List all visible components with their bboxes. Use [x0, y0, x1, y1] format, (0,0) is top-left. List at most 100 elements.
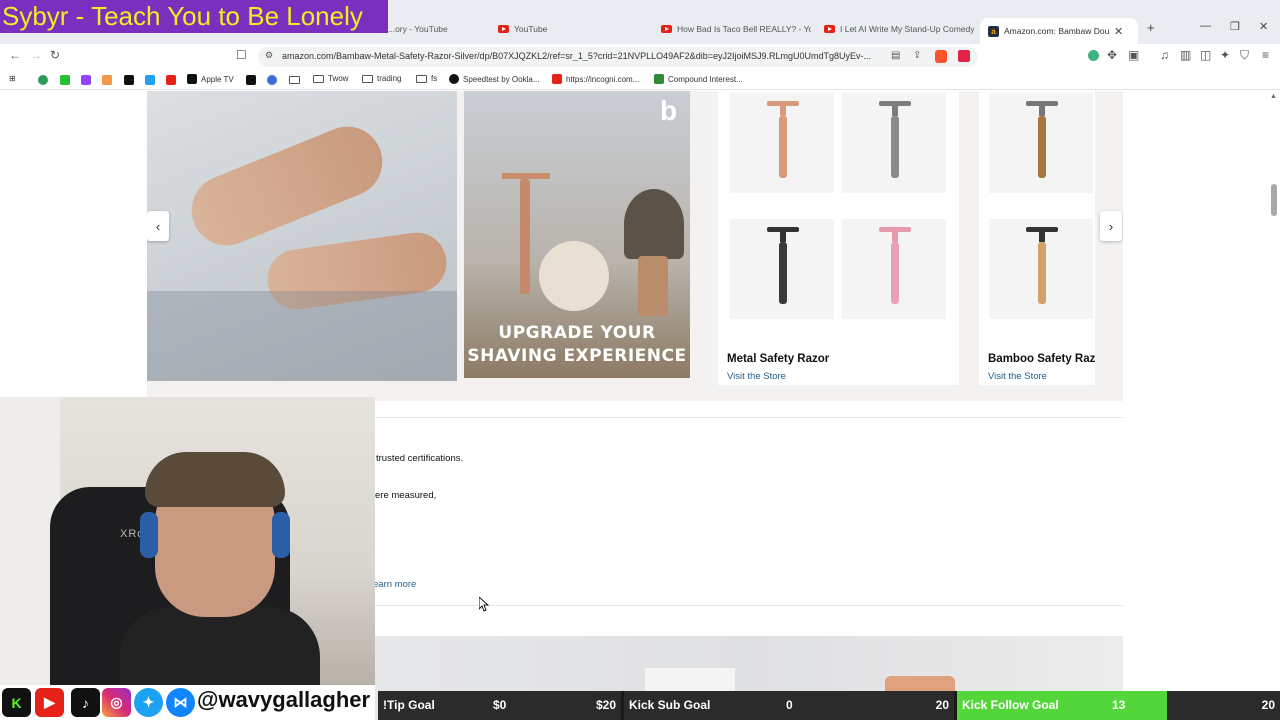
bookmark-icon[interactable]	[102, 75, 112, 85]
youtube-icon	[552, 74, 562, 84]
bookmark-fs[interactable]: fs	[416, 74, 437, 83]
razor-handle-image	[520, 179, 530, 294]
bookmark-label: Speedtest by Ookla...	[463, 74, 540, 84]
tab-amazon[interactable]: a Amazon.com: Bambaw Double ✕	[980, 18, 1138, 44]
tab-taco-bell[interactable]: How Bad Is Taco Bell REALLY? - YouT...	[661, 20, 811, 38]
instagram-icon: ◎	[102, 688, 131, 717]
menu-icon[interactable]: ≡	[1262, 48, 1269, 62]
folder-icon[interactable]	[289, 76, 300, 84]
restore-icon[interactable]: ❐	[1230, 20, 1240, 33]
goal-target: $20	[595, 698, 616, 712]
silver-razor-image	[879, 101, 911, 178]
speedtest-icon	[449, 74, 459, 84]
bookmark-twow[interactable]: Twow	[313, 74, 348, 83]
headphones-icon	[272, 512, 290, 558]
measurement-text: ere measured,	[375, 490, 437, 501]
social-links-bar: K ▶ ♪ ◎ ✦ ⋈ @wavygallagher	[0, 685, 375, 720]
apps-icon[interactable]: ⊞	[9, 74, 16, 83]
bookmark-label: https://incogni.com...	[566, 74, 640, 84]
close-tab-icon[interactable]: ✕	[1114, 25, 1123, 38]
media-icon[interactable]: ♫	[1160, 48, 1169, 62]
back-icon[interactable]: ←	[9, 48, 21, 62]
streamer-hoodie-image	[120, 607, 320, 685]
brave-shield-icon[interactable]	[935, 50, 947, 63]
new-tab-button[interactable]: +	[1147, 20, 1155, 35]
razor-thumbnail[interactable]	[730, 219, 834, 319]
bookmark-trading[interactable]: trading	[362, 74, 401, 83]
razor-thumbnail[interactable]	[842, 219, 946, 319]
camera-icon[interactable]: ▣	[1128, 48, 1139, 62]
shaving-lifestyle-image	[147, 91, 457, 381]
page-scrollbar[interactable]: ▲	[1268, 91, 1280, 720]
pink-razor-image	[879, 227, 911, 304]
close-window-icon[interactable]: ✕	[1259, 20, 1268, 33]
goal-current: 0	[786, 698, 793, 712]
scroll-up-icon[interactable]: ▲	[1270, 93, 1277, 100]
webcam-overlay: XRock	[0, 397, 375, 685]
learn-more-link[interactable]: earn more	[373, 579, 416, 590]
goal-current: 13	[1112, 698, 1126, 712]
product-name[interactable]: Metal Safety Razor	[727, 353, 829, 365]
bluesky-icon[interactable]	[145, 75, 155, 85]
visit-store-link[interactable]: Visit the Store	[727, 371, 786, 382]
bookmark-apple-tv[interactable]: Apple TV	[187, 74, 234, 84]
goal-target: 20	[935, 698, 949, 712]
rewards-icon[interactable]	[958, 50, 970, 62]
bamboo-razor-image	[1026, 101, 1058, 178]
bookmark-speedtest[interactable]: Speedtest by Ookla...	[449, 74, 540, 84]
goal-target: 20	[1261, 698, 1275, 712]
tab-youtube-1[interactable]: ...ory - YouTube	[388, 20, 488, 38]
youtube-icon: ▶	[35, 688, 64, 717]
visit-store-link[interactable]: Visit the Store	[988, 371, 1047, 382]
wallet-icon[interactable]: ◫	[1200, 48, 1211, 62]
leo-ai-icon[interactable]: ✦	[1220, 48, 1230, 62]
forward-icon[interactable]: →	[30, 48, 42, 62]
bookmark-page-icon[interactable]: ☐	[236, 48, 247, 62]
bookmark-icon[interactable]	[246, 75, 256, 85]
razor-thumbnail[interactable]	[842, 93, 946, 193]
twitch-icon[interactable]	[81, 75, 91, 85]
leg-shape	[181, 116, 393, 256]
vpn-icon[interactable]: ⛉	[1240, 48, 1249, 63]
bookmark-incogni[interactable]: https://incogni.com...	[552, 74, 639, 84]
tab-standup[interactable]: I Let AI Write My Stand-Up Comedy	[824, 20, 974, 38]
bookmark-icon[interactable]	[38, 75, 48, 85]
site-info-icon[interactable]: ⚙	[265, 50, 273, 61]
reload-icon[interactable]: ↻	[50, 48, 60, 62]
extension-icon[interactable]	[1088, 50, 1099, 61]
bookmark-icon[interactable]	[267, 75, 277, 85]
upgrade-banner[interactable]: b UPGRADE YOUR SHAVING EXPERIENCE	[464, 91, 690, 378]
youtube-icon[interactable]	[166, 75, 176, 85]
bookmark-compound-interest[interactable]: Compound Interest...	[654, 74, 743, 84]
browser-toolbar: ← → ↻ ☐ ⚙ amazon.com/Bambaw-Metal-Safety…	[0, 44, 1280, 70]
tab-label: How Bad Is Taco Bell REALLY? - YouT...	[677, 24, 811, 34]
rose-gold-razor-image	[767, 101, 799, 178]
banner-text: UPGRADE YOUR SHAVING EXPERIENCE	[467, 323, 687, 366]
razor-thumbnail[interactable]	[989, 93, 1093, 193]
kick-icon[interactable]	[60, 75, 70, 85]
reader-icon[interactable]: ▤	[891, 50, 900, 61]
address-bar[interactable]: ⚙ amazon.com/Bambaw-Metal-Safety-Razor-S…	[258, 47, 978, 67]
scroll-thumb[interactable]	[1271, 184, 1277, 216]
minimize-icon[interactable]: —	[1200, 20, 1211, 32]
sidebar-icon[interactable]: ▥	[1180, 48, 1191, 62]
razor-thumbnail[interactable]	[989, 219, 1093, 319]
razor-thumbnail[interactable]	[730, 93, 834, 193]
product-card-bamboo-razor[interactable]: Bamboo Safety Raz Visit the Store	[979, 91, 1095, 385]
shaving-brush-image	[624, 189, 684, 259]
product-name[interactable]: Bamboo Safety Raz	[988, 353, 1095, 365]
folder-icon	[416, 74, 427, 83]
share-icon[interactable]: ⇪	[913, 50, 921, 61]
tab-youtube-2[interactable]: YouTube	[498, 20, 648, 38]
bamboo-razor-image	[1026, 227, 1058, 304]
extensions-puzzle-icon[interactable]: ✥	[1107, 48, 1117, 62]
youtube-icon	[661, 25, 672, 33]
product-card-metal-razor[interactable]: Metal Safety Razor Visit the Store	[718, 91, 959, 385]
black-razor-image	[767, 227, 799, 304]
bookmark-icon	[654, 74, 664, 84]
bookmark-label: fs	[431, 74, 438, 83]
carousel-next-button[interactable]: ›	[1100, 211, 1122, 241]
kick-sub-goal: Kick Sub Goal 0 20	[624, 691, 954, 720]
carousel-prev-button[interactable]: ‹	[147, 211, 169, 241]
x-icon[interactable]	[124, 75, 134, 85]
